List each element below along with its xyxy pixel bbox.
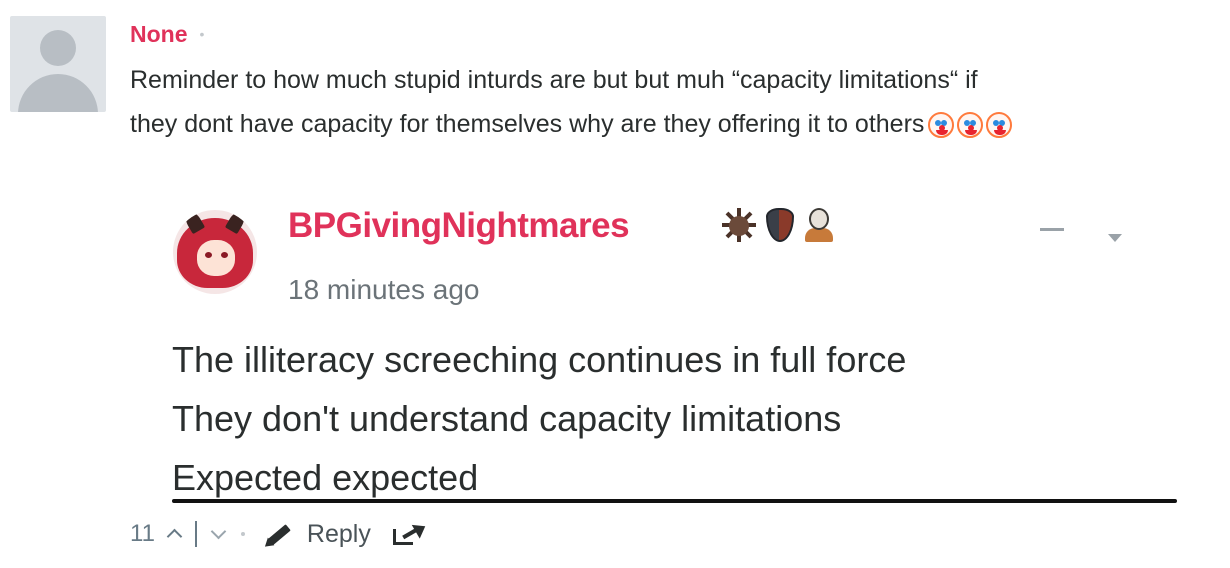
embedded-username: BPGivingNightmares bbox=[288, 206, 630, 245]
footer-separator bbox=[240, 532, 245, 536]
comment-header: None • bbox=[130, 20, 204, 48]
embedded-timestamp: 18 minutes ago bbox=[288, 274, 480, 305]
message-line-2-text: they dont have capacity for themselves w… bbox=[130, 110, 925, 138]
embedded-line-1: The illiteracy screeching continues in f… bbox=[172, 339, 907, 380]
share-icon[interactable] bbox=[392, 519, 430, 547]
vote-count: 11 bbox=[130, 520, 155, 547]
comment-message: Reminder to how much stupid inturds are … bbox=[130, 58, 1220, 146]
upvote-icon[interactable] bbox=[165, 525, 183, 543]
header-separator: • bbox=[199, 26, 205, 42]
clown-face-icon bbox=[928, 112, 955, 139]
embedded-screenshot: BPGivingNightmares 18 minutes ago The il… bbox=[160, 190, 1190, 510]
clown-face-icon bbox=[986, 112, 1013, 139]
embedded-divider bbox=[172, 499, 1177, 503]
message-line-1: Reminder to how much stupid inturds are … bbox=[130, 66, 978, 94]
clown-emojis bbox=[928, 112, 1013, 139]
shield-badge-icon bbox=[766, 208, 794, 242]
embedded-line-2: They don't understand capacity limitatio… bbox=[172, 398, 842, 439]
avatar-body bbox=[18, 74, 98, 112]
message-line-2: they dont have capacity for themselves w… bbox=[130, 102, 1220, 146]
comment-actions: 11 Reply bbox=[130, 514, 430, 554]
embedded-badges bbox=[722, 208, 834, 242]
embedded-avatar bbox=[173, 210, 257, 294]
clown-face-icon bbox=[957, 112, 984, 139]
user-avatar[interactable] bbox=[10, 16, 106, 112]
author-name[interactable]: None bbox=[130, 21, 188, 48]
avatar-head bbox=[40, 30, 76, 66]
chevron-down-icon bbox=[1108, 234, 1122, 242]
vote-divider bbox=[194, 521, 197, 547]
pencil-icon[interactable] bbox=[261, 519, 293, 551]
collapse-icon bbox=[1040, 228, 1064, 231]
spiky-badge-icon bbox=[722, 208, 756, 242]
reply-button[interactable]: Reply bbox=[307, 520, 371, 549]
mask-badge-icon bbox=[804, 208, 834, 242]
embedded-message: The illiteracy screeching continues in f… bbox=[172, 330, 906, 507]
downvote-icon[interactable] bbox=[209, 525, 227, 543]
